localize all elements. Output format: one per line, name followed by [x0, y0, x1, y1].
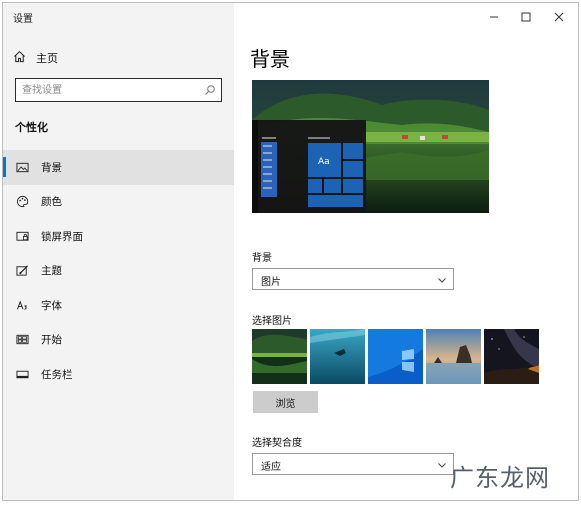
sidebar-item-lock-screen[interactable]: 锁屏界面	[3, 219, 234, 254]
thumbnail-underwater[interactable]	[310, 329, 365, 384]
taskbar-icon	[16, 368, 29, 381]
sidebar-item-background[interactable]: 背景	[3, 150, 234, 185]
font-icon	[16, 299, 29, 312]
home-label: 主页	[36, 52, 58, 65]
background-label: 背景	[252, 253, 272, 264]
thumbnail-night-sky[interactable]	[484, 329, 539, 384]
maximize-button[interactable]	[511, 7, 541, 27]
choose-picture-label: 选择图片	[252, 316, 292, 327]
thumbnail-coastal-rocks[interactable]	[426, 329, 481, 384]
close-icon	[554, 12, 564, 22]
theme-brush-icon	[16, 264, 29, 277]
picture-thumbnails	[252, 329, 539, 384]
search-box[interactable]	[15, 78, 222, 102]
thumbnail-lake-landscape[interactable]	[252, 329, 307, 384]
sidebar: 设置 主页 个性化 背景 颜色	[3, 3, 234, 500]
sidebar-item-label: 锁屏界面	[41, 230, 83, 243]
search-icon[interactable]	[204, 84, 216, 96]
sidebar-item-fonts[interactable]: 字体	[3, 288, 234, 323]
sidebar-item-label: 任务栏	[41, 368, 73, 381]
background-dropdown-value: 图片	[261, 277, 281, 288]
sidebar-nav: 背景 颜色 锁屏界面 主题 字体 开始 任务栏	[3, 150, 234, 392]
minimize-icon	[490, 16, 498, 18]
sidebar-item-themes[interactable]: 主题	[3, 254, 234, 289]
start-menu-icon	[16, 333, 29, 346]
minimize-button[interactable]	[479, 7, 509, 27]
sidebar-item-colors[interactable]: 颜色	[3, 185, 234, 220]
sidebar-item-label: 背景	[41, 161, 62, 174]
section-title: 个性化	[15, 121, 48, 134]
search-input[interactable]	[22, 82, 202, 98]
chevron-down-icon	[438, 278, 446, 283]
sidebar-item-label: 开始	[41, 334, 62, 347]
settings-window: 设置 主页 个性化 背景 颜色	[2, 2, 579, 501]
background-preview: Aa	[252, 80, 489, 213]
home-icon	[13, 50, 26, 66]
fit-dropdown-value: 适应	[261, 462, 281, 473]
home-link[interactable]: 主页	[13, 48, 58, 68]
chevron-down-icon	[438, 463, 446, 468]
browse-button[interactable]: 浏览	[253, 391, 318, 413]
sidebar-item-label: 主题	[41, 265, 62, 278]
window-title: 设置	[13, 14, 33, 25]
watermark-text: 广东龙网	[450, 464, 550, 492]
maximize-icon	[521, 12, 531, 22]
preview-tile-text: Aa	[318, 157, 330, 167]
sidebar-item-taskbar[interactable]: 任务栏	[3, 357, 234, 392]
sidebar-item-label: 颜色	[41, 196, 62, 209]
fit-dropdown[interactable]: 适应	[252, 453, 454, 475]
sidebar-item-label: 字体	[41, 299, 62, 312]
palette-icon	[16, 195, 29, 208]
sidebar-item-start[interactable]: 开始	[3, 323, 234, 358]
thumbnail-windows-blue[interactable]	[368, 329, 423, 384]
background-dropdown[interactable]: 图片	[252, 268, 454, 290]
page-title: 背景	[250, 47, 290, 71]
lock-screen-icon	[16, 230, 29, 243]
image-icon	[16, 161, 29, 174]
fit-label: 选择契合度	[252, 438, 302, 449]
close-button[interactable]	[544, 7, 574, 27]
